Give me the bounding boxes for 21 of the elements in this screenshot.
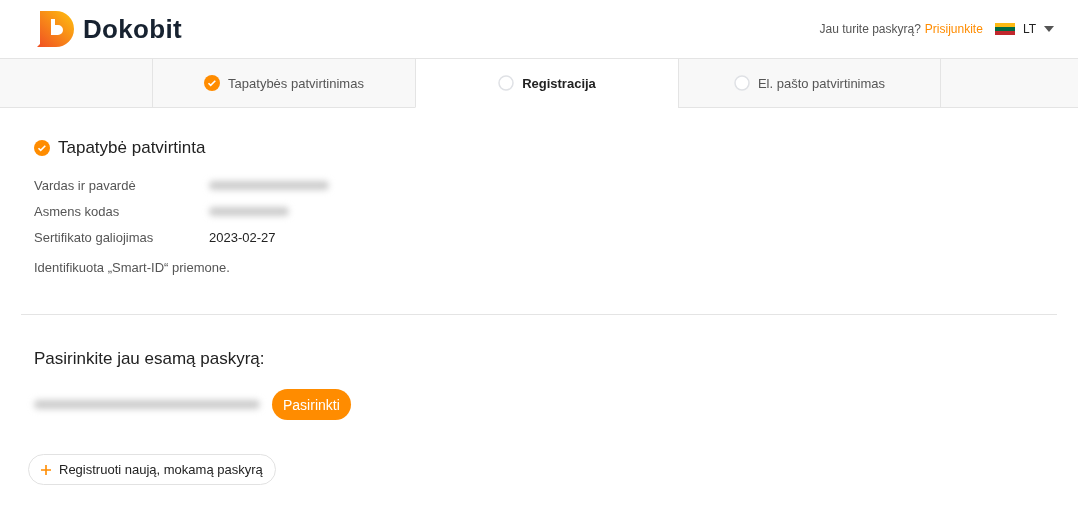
logo-icon <box>37 9 77 49</box>
new-account-button[interactable]: Registruoti naują, mokamą paskyrą <box>28 454 276 485</box>
field-label: Sertifikato galiojimas <box>34 229 155 245</box>
plus-icon <box>41 464 51 475</box>
section-title: Tapatybė patvirtinta <box>58 138 206 158</box>
flag-icon <box>994 23 1015 35</box>
check-icon <box>34 140 50 156</box>
identification-note: Identifikuota „Smart-ID“ priemone. <box>34 260 231 275</box>
check-icon <box>204 75 221 91</box>
brand-name: Dokobit <box>83 13 182 45</box>
account-prompt: Jau turite paskyrą? <box>819 22 921 36</box>
field-label: Vardas ir pavardė <box>34 177 137 193</box>
empty-circle-icon <box>498 75 515 91</box>
section-title: Pasirinkite jau esamą paskyrą: <box>34 349 266 369</box>
language-selector[interactable]: LT <box>994 22 1054 36</box>
field-value: 2023-02-27 <box>209 229 276 245</box>
caret-icon <box>1044 26 1054 32</box>
step-tab[interactable]: El. pašto patvirtinimas <box>678 59 941 107</box>
field-label: Asmens kodas <box>34 203 121 219</box>
empty-circle-icon <box>733 75 750 91</box>
step-tab[interactable]: Registracija <box>415 59 678 108</box>
